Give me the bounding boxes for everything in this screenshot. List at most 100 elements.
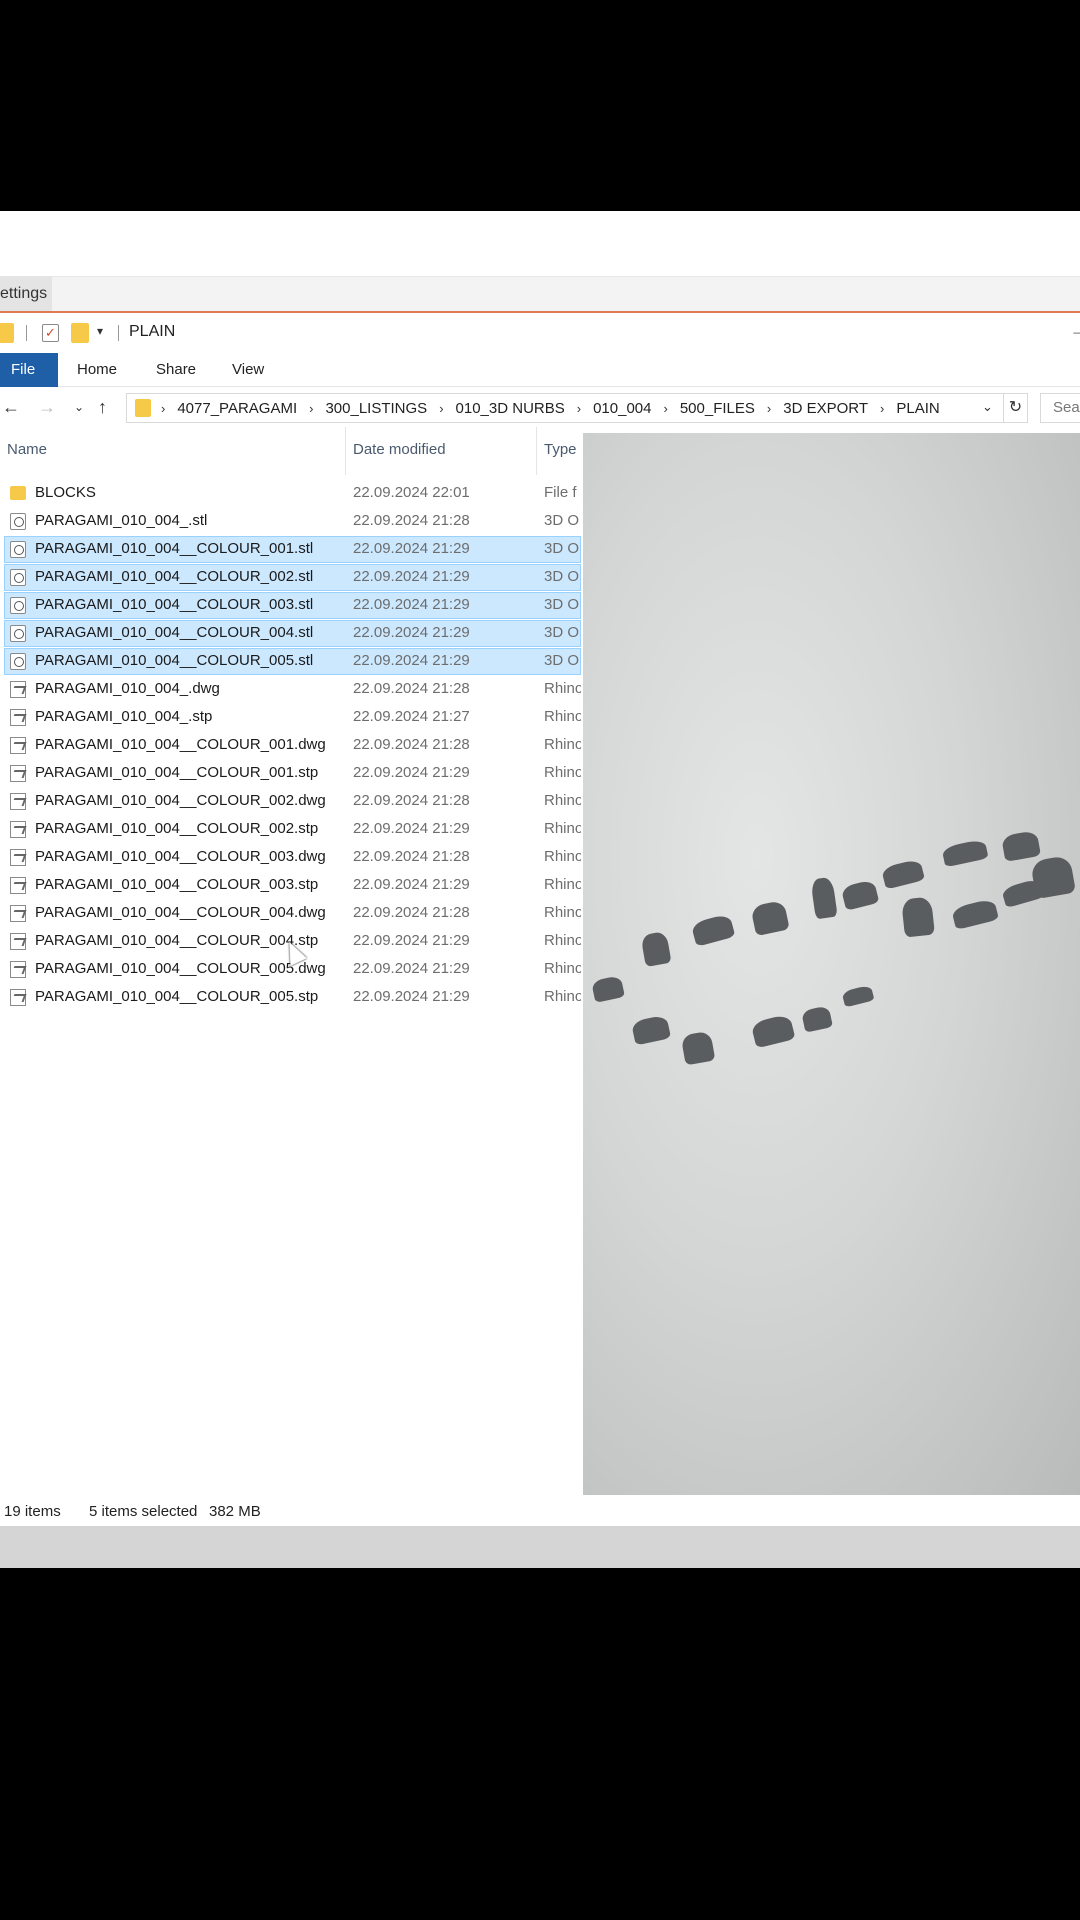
file-name: PARAGAMI_010_004__COLOUR_005.stp xyxy=(35,988,319,1005)
breadcrumb-separator-icon[interactable]: › xyxy=(577,401,581,416)
file-type: Rhino xyxy=(544,876,581,893)
file-row[interactable]: BLOCKS 22.09.2024 22:01 File f xyxy=(0,479,581,507)
address-bar[interactable]: › 4077_PARAGAMI › 300_LISTINGS › 010_3D NURBS… xyxy=(126,393,1004,423)
breadcrumb-separator-icon[interactable]: › xyxy=(767,401,771,416)
breadcrumb-item[interactable]: 4077_PARAGAMI xyxy=(177,400,297,417)
address-dropdown-chevron-icon[interactable]: ⌄ xyxy=(982,399,993,415)
column-divider[interactable] xyxy=(536,427,537,475)
breadcrumb-item[interactable]: 3D EXPORT xyxy=(783,400,868,417)
breadcrumb-separator-icon[interactable]: › xyxy=(664,401,668,416)
file-name: PARAGAMI_010_004__COLOUR_004.dwg xyxy=(35,904,326,921)
breadcrumb-item[interactable]: 300_LISTINGS xyxy=(325,400,427,417)
ribbon-tabs: File Home Share View xyxy=(0,353,1080,387)
preview-model-image xyxy=(750,899,790,937)
file-type: 3D O xyxy=(544,652,580,669)
file-row[interactable]: PARAGAMI_010_004__COLOUR_003.dwg 22.09.20… xyxy=(0,843,581,871)
new-folder-icon[interactable] xyxy=(71,323,89,343)
rhino-file-icon xyxy=(10,793,26,810)
preview-model-image xyxy=(941,838,989,868)
file-date-modified: 22.09.2024 22:01 xyxy=(353,484,470,501)
rhino-file-icon xyxy=(10,961,26,978)
breadcrumb-item[interactable]: 010_004 xyxy=(593,400,651,417)
file-type: Rhino xyxy=(544,848,581,865)
up-arrow-icon[interactable]: ↑ xyxy=(98,395,107,419)
column-header-date-modified[interactable]: Date modified xyxy=(353,441,446,458)
preview-model-image xyxy=(841,984,875,1008)
rhino-file-icon xyxy=(10,877,26,894)
breadcrumb-separator-icon[interactable]: › xyxy=(309,401,313,416)
file-name: PARAGAMI_010_004__COLOUR_003.stl xyxy=(35,596,314,613)
file-row[interactable]: PARAGAMI_010_004__COLOUR_003.stl 22.09.20… xyxy=(0,591,581,619)
preview-pane xyxy=(583,433,1080,1495)
file-row[interactable]: PARAGAMI_010_004__COLOUR_004.stl 22.09.20… xyxy=(0,619,581,647)
file-row[interactable]: PARAGAMI_010_004_.dwg 22.09.2024 21:28 Rhi… xyxy=(0,675,581,703)
file-type: 3D O xyxy=(544,624,580,641)
file-row[interactable]: PARAGAMI_010_004_.stp 22.09.2024 21:27 Rhi… xyxy=(0,703,581,731)
breadcrumb-separator-icon[interactable]: › xyxy=(161,401,165,416)
breadcrumb-item[interactable]: PLAIN xyxy=(896,400,939,417)
minimize-icon[interactable]: – xyxy=(1073,325,1080,339)
tab-file[interactable]: File xyxy=(0,353,58,387)
recent-locations-chevron-icon[interactable]: ⌄ xyxy=(74,395,84,419)
preview-model-image xyxy=(640,930,672,968)
tab-share[interactable]: Share xyxy=(156,353,196,387)
file-type: Rhino xyxy=(544,708,581,725)
file-row[interactable]: PARAGAMI_010_004__COLOUR_003.stp 22.09.20… xyxy=(0,871,581,899)
file-row[interactable]: PARAGAMI_010_004__COLOUR_004.dwg 22.09.20… xyxy=(0,899,581,927)
file-type: Rhino xyxy=(544,764,581,781)
file-rows: BLOCKS 22.09.2024 22:01 File f PARAGAMI_010… xyxy=(0,479,581,1011)
preview-model-image xyxy=(880,858,926,890)
file-date-modified: 22.09.2024 21:28 xyxy=(353,736,470,753)
preview-model-image xyxy=(680,1030,716,1066)
column-divider[interactable] xyxy=(345,427,346,475)
forward-arrow-icon[interactable]: → xyxy=(38,395,56,419)
stl-file-icon xyxy=(10,541,26,558)
breadcrumb-item[interactable]: 010_3D NURBS xyxy=(456,400,565,417)
rhino-file-icon xyxy=(10,905,26,922)
file-row[interactable]: PARAGAMI_010_004__COLOUR_005.stl 22.09.20… xyxy=(0,647,581,675)
column-header-type[interactable]: Type xyxy=(544,441,577,458)
tab-home[interactable]: Home xyxy=(77,353,117,387)
file-date-modified: 22.09.2024 21:29 xyxy=(353,596,470,613)
file-date-modified: 22.09.2024 21:29 xyxy=(353,624,470,641)
properties-checkmark-icon[interactable]: ✓ xyxy=(42,324,59,342)
background-tab-settings[interactable]: ettings xyxy=(0,277,52,311)
file-name: PARAGAMI_010_004__COLOUR_005.dwg xyxy=(35,960,326,977)
file-row[interactable]: PARAGAMI_010_004_.stl 22.09.2024 21:28 3D … xyxy=(0,507,581,535)
file-date-modified: 22.09.2024 21:29 xyxy=(353,820,470,837)
quick-access-dropdown-icon[interactable]: ▾ xyxy=(97,324,103,338)
preview-model-image xyxy=(591,975,625,1003)
file-row[interactable]: PARAGAMI_010_004__COLOUR_002.stl 22.09.20… xyxy=(0,563,581,591)
breadcrumb-item[interactable]: 500_FILES xyxy=(680,400,755,417)
column-header-name[interactable]: Name xyxy=(7,441,47,458)
file-row[interactable]: PARAGAMI_010_004__COLOUR_002.dwg 22.09.20… xyxy=(0,787,581,815)
refresh-icon[interactable]: ↻ xyxy=(1004,393,1028,423)
file-name: PARAGAMI_010_004__COLOUR_003.dwg xyxy=(35,848,326,865)
rhino-file-icon xyxy=(10,681,26,698)
toolbar-divider xyxy=(26,325,27,341)
tab-view[interactable]: View xyxy=(232,353,264,387)
rhino-file-icon xyxy=(10,849,26,866)
file-row[interactable]: PARAGAMI_010_004__COLOUR_001.stp 22.09.20… xyxy=(0,759,581,787)
file-row[interactable]: PARAGAMI_010_004__COLOUR_005.stp 22.09.20… xyxy=(0,983,581,1011)
breadcrumb-separator-icon[interactable]: › xyxy=(439,401,443,416)
file-date-modified: 22.09.2024 21:28 xyxy=(353,904,470,921)
status-selection: 5 items selected xyxy=(89,1503,198,1520)
breadcrumb-separator-icon[interactable]: › xyxy=(880,401,884,416)
file-date-modified: 22.09.2024 21:29 xyxy=(353,876,470,893)
back-arrow-icon[interactable]: ← xyxy=(2,395,20,419)
file-name: PARAGAMI_010_004__COLOUR_001.stp xyxy=(35,764,319,781)
file-row[interactable]: PARAGAMI_010_004__COLOUR_002.stp 22.09.20… xyxy=(0,815,581,843)
file-type: Rhino xyxy=(544,960,581,977)
file-row[interactable]: PARAGAMI_010_004__COLOUR_001.stl 22.09.20… xyxy=(0,535,581,563)
file-name: PARAGAMI_010_004__COLOUR_003.stp xyxy=(35,876,319,893)
file-type: File f xyxy=(544,484,577,501)
rhino-file-icon xyxy=(10,933,26,950)
search-input[interactable]: Sear xyxy=(1040,393,1080,423)
stl-file-icon xyxy=(10,597,26,614)
file-date-modified: 22.09.2024 21:28 xyxy=(353,680,470,697)
rhino-file-icon xyxy=(10,989,26,1006)
rhino-file-icon xyxy=(10,709,26,726)
preview-model-image xyxy=(630,1014,672,1046)
file-row[interactable]: PARAGAMI_010_004__COLOUR_001.dwg 22.09.20… xyxy=(0,731,581,759)
